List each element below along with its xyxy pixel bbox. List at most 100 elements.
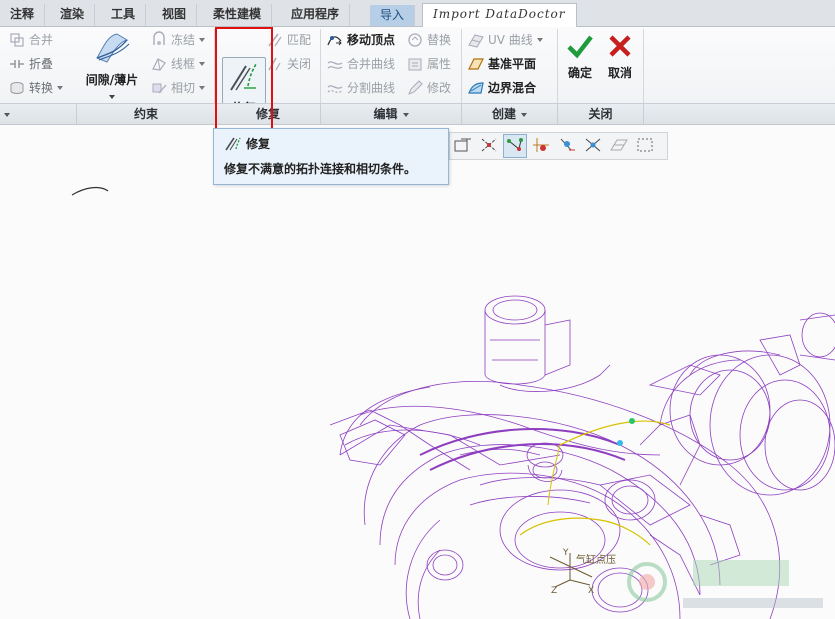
uv-curve-button[interactable]: UV 曲线 [467,29,543,51]
wireframe-label: 线框 [171,57,196,71]
tab-import-datadoctor[interactable]: Import DataDoctor [422,3,577,28]
annotation-display-button[interactable] [451,134,475,158]
freeze-label: 冻结 [171,33,196,47]
axis-display-icon [583,136,603,157]
yellow-edge [519,517,651,546]
csys-display-icon [531,136,551,157]
tab-annotate[interactable]: 注释 [0,4,46,26]
green-marker [629,418,635,424]
fold-label: 折叠 [29,57,54,71]
ribbon-collapse-toggle[interactable] [0,104,76,125]
repair-highlight-frame [215,27,273,131]
axis-z-label: Z [551,586,557,596]
datum-point-display-button[interactable] [503,134,527,158]
axis-x-label: X [588,586,594,596]
chevron-down-icon [199,86,206,90]
merge-label: 合并 [29,33,54,47]
fold-icon [8,55,26,73]
move-vertex-icon [326,31,344,49]
fold-button[interactable]: 折叠 [8,53,53,75]
tooltip-title: 修复 [246,137,271,151]
datum-point-icon [505,136,525,157]
tooltip-title-row: 修复 [224,135,438,152]
tab-view[interactable]: 视图 [152,4,198,26]
tangent-icon [150,79,168,97]
merge-curve-button[interactable]: 合并曲线 [326,53,395,75]
csys-display-button[interactable] [529,134,553,158]
move-vertex-label: 移动顶点 [347,33,396,47]
gap-thin-button[interactable]: 间隙/薄片 [82,30,142,102]
modify-icon [406,79,424,97]
chevron-down-icon [4,112,10,117]
merge-curve-label: 合并曲线 [347,57,396,71]
tab-flexible-modeling[interactable]: 柔性建模 [203,4,273,26]
ok-button[interactable]: 确定 [562,33,598,81]
split-curve-button[interactable]: 分割曲线 [326,77,395,99]
annotation-display-icon [453,136,473,157]
axis-display-button[interactable] [581,134,605,158]
freeze-icon [150,31,168,49]
model-viewport[interactable]: 气缸点压 Y Z X [0,125,835,619]
freeze-button[interactable]: 冻结 [150,29,206,51]
properties-icon [406,55,424,73]
gap-thin-icon [82,30,142,69]
tab-render[interactable]: 渲染 [50,4,96,26]
datum-plane-label: 基准平面 [488,57,537,71]
partial-edge [71,186,109,196]
group-separator [643,29,644,103]
chevron-down-icon [57,86,64,90]
group-empty [643,104,835,125]
datum-axis-display-button[interactable] [477,134,501,158]
boundary-blend-button[interactable]: 边界混合 [467,77,536,99]
boundary-blend-icon [467,79,485,97]
convert-label: 转换 [29,81,54,95]
cyan-marker [617,440,623,446]
group-create[interactable]: 创建 [461,104,557,125]
csys-label: 气缸点压 [576,553,616,566]
datum-plane-button[interactable]: 基准平面 [467,53,536,75]
box-select-button[interactable] [633,134,657,158]
replace-button[interactable]: 替换 [406,29,451,51]
split-curve-icon [326,79,344,97]
modify-button[interactable]: 修改 [406,77,451,99]
group-edit[interactable]: 编辑 [320,104,461,125]
ribbon-group-bar: 约束 修复 编辑 创建 关闭 [0,103,835,125]
properties-label: 属性 [427,57,452,71]
cross-icon [602,33,638,62]
merge-button[interactable]: 合并 [8,29,53,51]
plane-display-button[interactable] [607,134,631,158]
properties-button[interactable]: 属性 [406,53,451,75]
split-curve-label: 分割曲线 [347,81,396,95]
group-create-label: 创建 [491,107,516,121]
gap-thin-label: 间隙/薄片 [85,73,139,87]
cancel-label: 取消 [607,66,632,80]
chevron-down-icon [109,95,115,99]
tab-import[interactable]: 导入 [370,5,416,26]
modify-label: 修改 [427,81,452,95]
tab-applications[interactable]: 应用程序 [281,4,351,26]
tangent-button[interactable]: 相切 [150,77,206,99]
box-select-icon [635,136,655,157]
wireframe-button[interactable]: 线框 [150,53,206,75]
ok-label: 确定 [567,66,592,80]
uv-curve-label: UV 曲线 [488,33,533,47]
close-gap-label: 关闭 [287,57,312,71]
repair-tooltip: 修复 修复不满意的拓扑连接和相切条件。 [213,128,449,185]
tab-tools[interactable]: 工具 [101,4,147,26]
watermark-logo [627,560,823,608]
uv-curve-icon [467,31,485,49]
view-toolbar [449,132,668,160]
tangent-label: 相切 [171,81,196,95]
chevron-down-icon [199,38,206,42]
ribbon: 合并 折叠 转换 间隙/薄片 冻结 线框 相切 匹配 关闭 移动顶点 合并曲线 … [0,27,835,125]
convert-icon [8,79,26,97]
group-separator [461,29,462,103]
move-vertex-button[interactable]: 移动顶点 [326,29,395,51]
convert-button[interactable]: 转换 [8,77,64,99]
datum-axis-icon [479,136,499,157]
plane-display-icon [609,136,629,157]
spin-center-button[interactable] [555,134,579,158]
group-separator [557,29,558,103]
repair-icon [224,136,242,152]
cancel-button[interactable]: 取消 [602,33,638,81]
